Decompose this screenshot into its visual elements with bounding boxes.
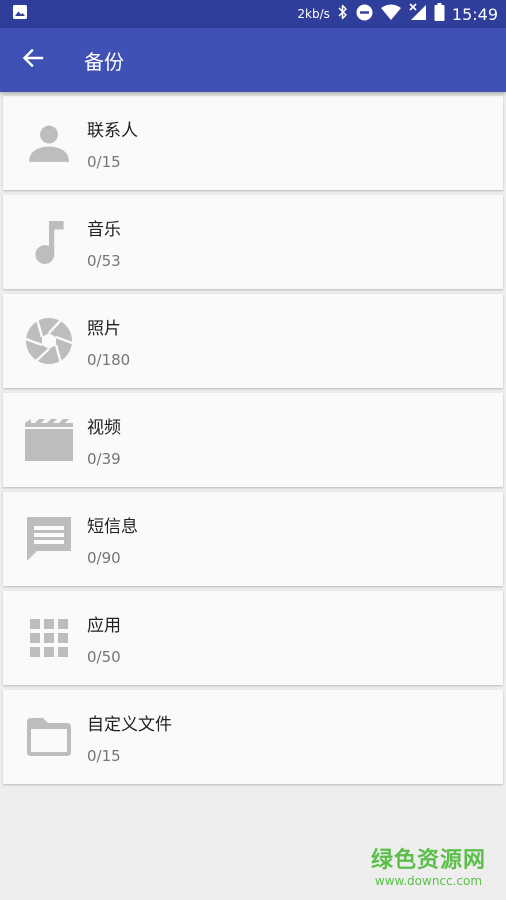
- dnd-icon: [356, 4, 373, 25]
- backup-item-custom-files[interactable]: 自定义文件 0/15: [3, 690, 503, 784]
- backup-item-videos[interactable]: 视频 0/39: [3, 393, 503, 487]
- backup-item-contacts[interactable]: 联系人 0/15: [3, 96, 503, 190]
- watermark: 绿色资源网 www.downcc.com: [371, 842, 486, 888]
- camera-aperture-icon: [23, 315, 75, 367]
- item-title: 自定义文件: [87, 714, 172, 735]
- arrow-back-icon: [22, 47, 44, 73]
- back-button[interactable]: [18, 45, 48, 75]
- item-count: 0/90: [87, 548, 121, 567]
- apps-grid-icon: [23, 612, 75, 664]
- item-title: 音乐: [87, 219, 121, 240]
- signal-icon: [409, 3, 427, 25]
- app-bar: 备份: [0, 28, 506, 92]
- battery-icon: [434, 3, 445, 25]
- clock: 15:49: [451, 4, 498, 24]
- item-title: 应用: [87, 615, 121, 636]
- network-speed: 2kb/s: [297, 7, 330, 21]
- item-count: 0/15: [87, 746, 121, 765]
- watermark-url: www.downcc.com: [374, 874, 483, 888]
- folder-icon: [23, 711, 75, 763]
- item-count: 0/53: [87, 251, 121, 270]
- item-title: 联系人: [87, 120, 138, 141]
- music-icon: [23, 216, 75, 268]
- contacts-icon: [23, 117, 75, 169]
- item-count: 0/180: [87, 350, 131, 369]
- backup-item-photos[interactable]: 照片 0/180: [3, 294, 503, 388]
- backup-category-list: 联系人 0/15 音乐 0/53 照片 0/180 视频 0/39 短信息 0/…: [3, 96, 503, 789]
- video-clapper-icon: [23, 414, 75, 466]
- item-count: 0/50: [87, 647, 121, 666]
- status-bar: 2kb/s 15:49: [0, 0, 506, 28]
- wifi-icon: [380, 4, 402, 25]
- backup-item-apps[interactable]: 应用 0/50: [3, 591, 503, 685]
- message-icon: [23, 513, 75, 565]
- bluetooth-icon: [337, 3, 349, 25]
- watermark-name: 绿色资源网: [370, 848, 486, 873]
- backup-item-sms[interactable]: 短信息 0/90: [3, 492, 503, 586]
- item-count: 0/39: [87, 449, 121, 468]
- backup-item-music[interactable]: 音乐 0/53: [3, 195, 503, 289]
- image-icon: [12, 4, 28, 24]
- item-title: 短信息: [87, 516, 138, 537]
- page-title: 备份: [84, 49, 124, 74]
- item-title: 照片: [87, 318, 121, 339]
- item-title: 视频: [87, 417, 121, 438]
- item-count: 0/15: [87, 152, 121, 171]
